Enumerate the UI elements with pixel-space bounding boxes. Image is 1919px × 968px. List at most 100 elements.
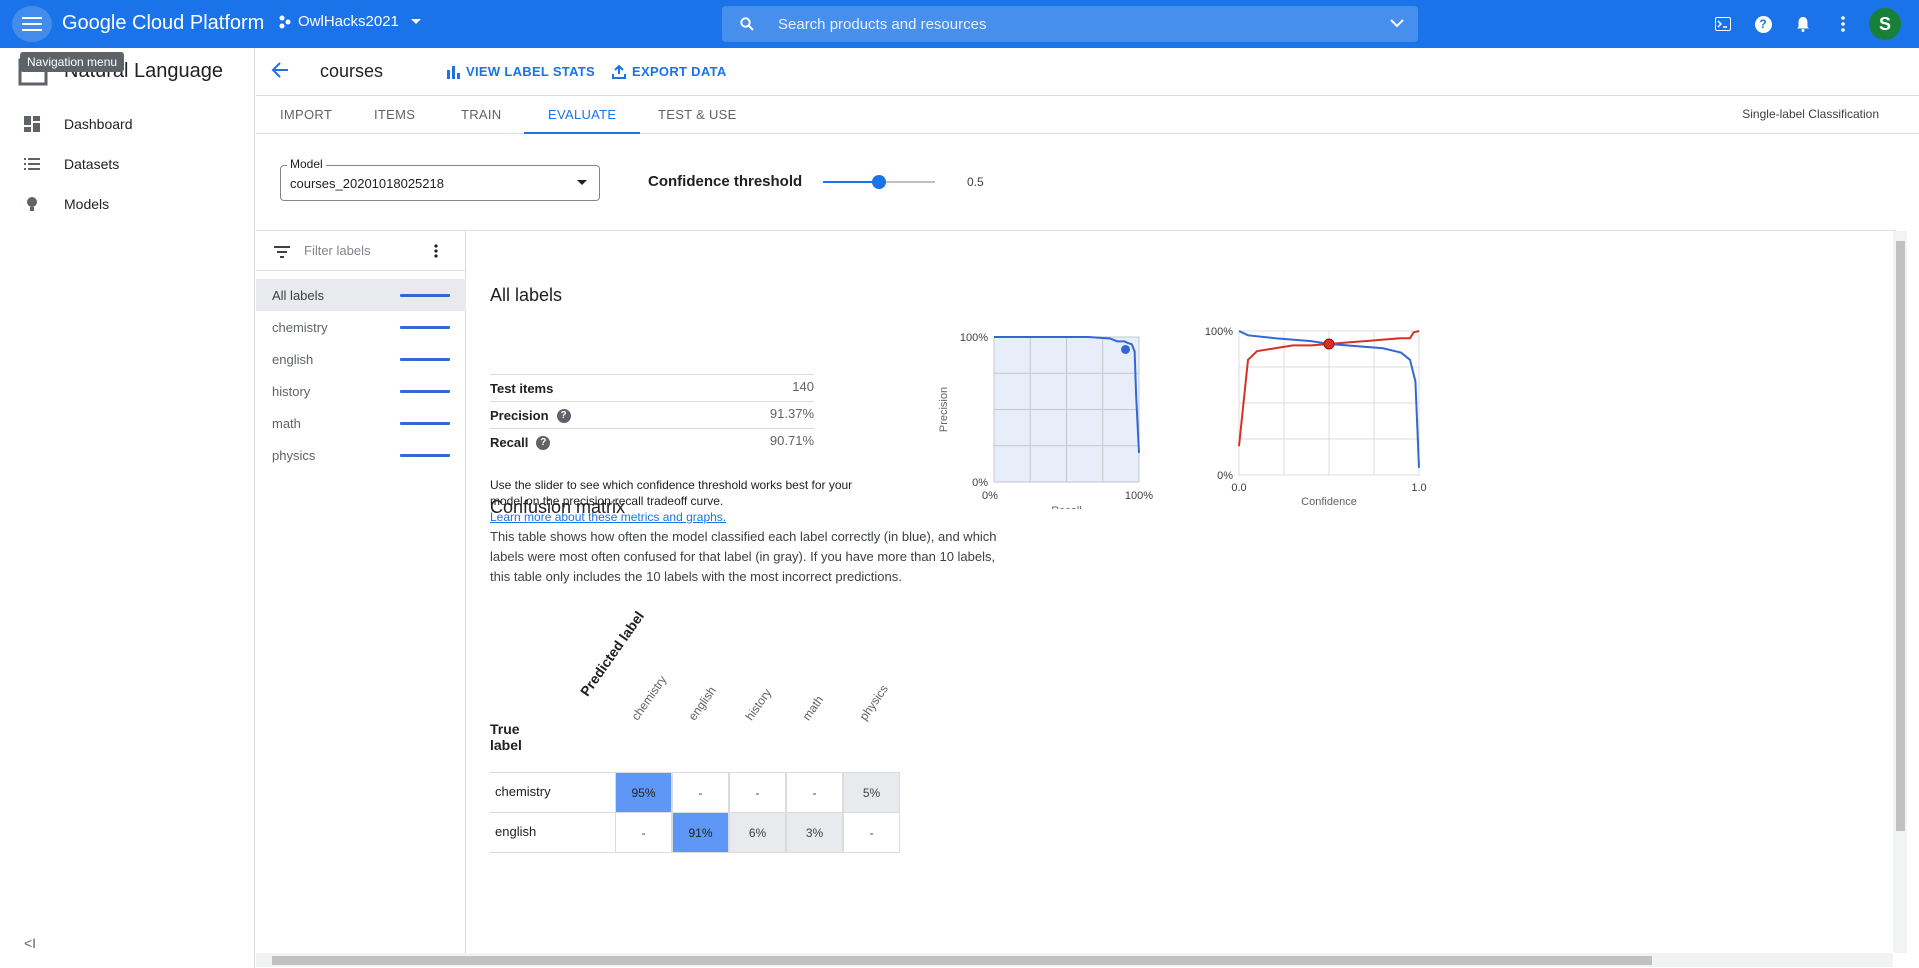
sidebar-item-dashboard[interactable]: Dashboard	[0, 104, 255, 144]
metric-row-precision: Precision? 91.37%	[490, 401, 814, 428]
tab-items[interactable]: ITEMS	[350, 96, 439, 134]
label-name: physics	[272, 448, 316, 463]
tooltip: Navigation menu	[20, 52, 125, 72]
project-icon	[279, 15, 291, 28]
top-app-bar: Google Cloud Platform OwlHacks2021 ? S	[0, 0, 1919, 48]
vertical-scrollbar[interactable]	[1893, 231, 1907, 953]
model-type: Single-label Classification	[1742, 107, 1879, 121]
search-bar[interactable]	[722, 6, 1418, 42]
row-divider	[490, 812, 615, 853]
matrix-cell: 3%	[786, 812, 843, 853]
navigation-menu-button[interactable]	[12, 6, 52, 42]
metric-value: 90.71%	[769, 433, 814, 448]
list-icon	[0, 157, 64, 171]
threshold-point	[1121, 344, 1131, 354]
export-icon	[612, 64, 626, 79]
x-axis-label: Confidence	[1301, 496, 1357, 508]
label-item-history[interactable]: history	[256, 375, 466, 407]
label-name: math	[272, 416, 301, 431]
confidence-slider[interactable]	[823, 175, 935, 189]
matrix-cell: 6%	[729, 812, 786, 853]
threshold-chart: 100% 0%0.0 1.0 Confidence Recall Precision	[1205, 326, 1427, 513]
dropdown-arrow-icon	[577, 180, 587, 185]
metric-value: 91.37%	[769, 406, 814, 421]
matrix-cell: 91%	[672, 812, 729, 853]
tab-test-use[interactable]: TEST & USE	[634, 96, 761, 134]
x-axis-label: Recall	[1051, 505, 1082, 509]
label-bar	[400, 422, 450, 425]
confusion-matrix-heading: Confusion matrix	[490, 497, 626, 517]
metric-row-test-items: Test items 140	[490, 374, 814, 401]
more-vert-icon[interactable]	[1829, 10, 1857, 38]
filter-icon	[274, 246, 290, 258]
label-bar	[400, 358, 450, 361]
column-header: physics	[856, 682, 891, 723]
label-name: english	[272, 352, 314, 367]
threshold-point	[1323, 338, 1335, 350]
menu-icon	[22, 17, 42, 31]
label-item-physics[interactable]: physics	[256, 439, 466, 471]
scrollbar-thumb[interactable]	[272, 956, 1652, 965]
true-label-header: True label	[490, 721, 522, 753]
label-name: chemistry	[272, 320, 328, 335]
sidebar-item-models[interactable]: Models	[0, 184, 255, 224]
help-icon[interactable]: ?	[536, 435, 551, 450]
avatar[interactable]: S	[1869, 8, 1901, 40]
notifications-icon[interactable]	[1789, 10, 1817, 38]
y-tick-label: 100%	[960, 332, 988, 344]
label-item-chemistry[interactable]: chemistry	[256, 311, 466, 343]
slider-thumb[interactable]	[872, 175, 886, 189]
metric-key: Recall	[490, 435, 529, 450]
predicted-label-header: Predicted label	[576, 608, 648, 699]
metric-value: 140	[792, 379, 814, 394]
tab-import[interactable]: IMPORT	[256, 96, 356, 134]
chevron-down-icon[interactable]	[1390, 18, 1404, 28]
y-axis-label: Precision	[938, 387, 950, 432]
export-data-button[interactable]: EXPORT DATA	[612, 64, 727, 79]
sidebar-item-datasets[interactable]: Datasets	[0, 144, 255, 184]
project-name: OwlHacks2021	[298, 13, 399, 30]
view-label-stats-label: VIEW LABEL STATS	[466, 64, 596, 79]
help-icon[interactable]: ?	[556, 408, 571, 423]
y-tick-label: 100%	[1205, 326, 1233, 338]
evaluation-content: All labels Test items 140 Precision? 91.…	[467, 231, 1895, 953]
model-select[interactable]: Model courses_20201018025218	[280, 157, 600, 201]
cloud-shell-icon[interactable]	[1709, 10, 1737, 38]
confusion-matrix-description: This table shows how often the model cla…	[490, 529, 997, 584]
back-arrow-icon[interactable]	[270, 60, 290, 85]
collapse-sidebar-icon[interactable]: <I	[24, 935, 36, 951]
matrix-cell: -	[729, 772, 786, 813]
scrollbar-thumb[interactable]	[1896, 241, 1905, 831]
more-vert-icon[interactable]	[434, 244, 438, 258]
filter-labels-input[interactable]	[304, 243, 424, 258]
metrics-table: Test items 140 Precision? 91.37% Recall?…	[490, 374, 814, 455]
x-tick-label: 0%	[982, 490, 998, 502]
label-item-all[interactable]: All labels	[256, 279, 466, 311]
page-title: courses	[320, 61, 384, 81]
label-bar	[400, 454, 450, 457]
matrix-cell: -	[786, 772, 843, 813]
dashboard-icon	[0, 116, 64, 132]
chevron-down-icon	[410, 19, 421, 24]
row-divider	[490, 772, 615, 813]
metric-key: Precision	[490, 408, 549, 423]
sidebar-item-label: Models	[64, 196, 110, 212]
horizontal-scrollbar[interactable]	[256, 953, 1893, 967]
label-item-math[interactable]: math	[256, 407, 466, 439]
label-list-panel: All labels chemistry english history mat…	[256, 231, 466, 953]
tab-evaluate[interactable]: EVALUATE	[524, 96, 641, 134]
project-selector[interactable]: OwlHacks2021	[278, 13, 421, 30]
matrix-cell: -	[672, 772, 729, 813]
view-label-stats-button[interactable]: VIEW LABEL STATS	[446, 64, 595, 79]
y-tick-label: 0%	[1217, 470, 1233, 482]
brand-title[interactable]: Google Cloud Platform	[62, 12, 264, 35]
label-item-english[interactable]: english	[256, 343, 466, 375]
metric-key: Test items	[490, 381, 554, 396]
filter-bar	[256, 231, 466, 271]
tab-train[interactable]: TRAIN	[437, 96, 526, 134]
confidence-value: 0.5	[967, 175, 984, 189]
search-input[interactable]	[778, 15, 1338, 33]
help-icon[interactable]: ?	[1749, 10, 1777, 38]
x-tick-label: 1.0	[1411, 482, 1426, 494]
sidebar-item-label: Datasets	[64, 156, 120, 172]
